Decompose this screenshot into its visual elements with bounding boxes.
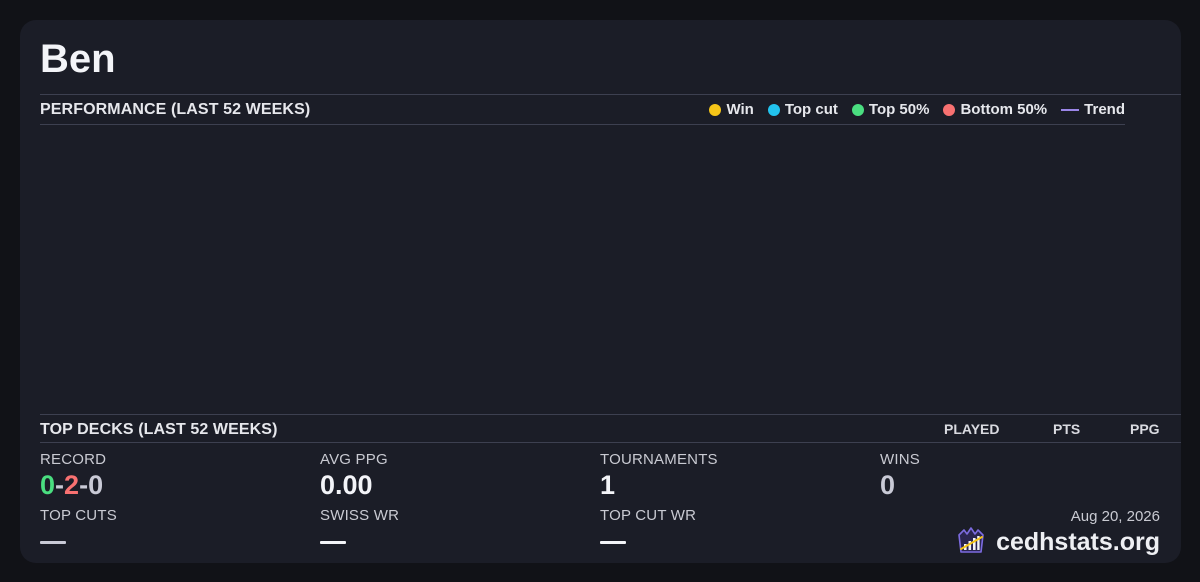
performance-title: PERFORMANCE (LAST 52 WEEKS) xyxy=(40,101,311,118)
top-cut-dot-icon xyxy=(767,103,780,116)
legend-bottom-50-label: Bottom 50% xyxy=(960,101,1048,118)
tournaments-value: 1 xyxy=(600,470,616,500)
trend-line-icon xyxy=(1061,108,1080,111)
snapshot-date: Aug 20, 2026 xyxy=(1070,508,1160,525)
legend-win-label: Win xyxy=(726,101,754,118)
legend-top-50-label: Top 50% xyxy=(868,101,930,118)
legend-trend: Trend xyxy=(1061,101,1125,118)
record-draws: 0 xyxy=(88,470,104,500)
legend-top-50: Top 50% xyxy=(851,101,930,118)
top-cuts-empty-dash xyxy=(40,541,66,544)
chart-legend: Win Top cut Top 50% Bottom 50% Trend xyxy=(709,101,1125,118)
avg-ppg-value: 0.00 xyxy=(320,470,373,500)
top-decks-title: TOP DECKS (LAST 52 WEEKS) xyxy=(40,421,278,438)
swiss-wr-empty-dash xyxy=(320,541,346,544)
legend-top-cut-label: Top cut xyxy=(784,101,838,118)
header-divider xyxy=(40,94,1181,95)
bottom-50-dot-icon xyxy=(943,103,956,116)
legend-win: Win xyxy=(709,101,754,118)
record-sep-2: - xyxy=(79,470,89,500)
col-ppg: PPG xyxy=(1130,421,1160,437)
record-value: 0-2-0 xyxy=(40,470,103,501)
performance-chart-svg xyxy=(40,125,1125,413)
chart-logo-icon xyxy=(956,525,986,560)
brand-link[interactable]: cedhstats.org xyxy=(956,525,1160,560)
wins-value: 0 xyxy=(880,470,896,500)
top-cut-wr-empty-dash xyxy=(600,541,626,544)
record-sep-1: - xyxy=(55,470,65,500)
decks-header-divider xyxy=(40,442,1181,443)
performance-chart xyxy=(40,125,1125,413)
player-card: Ben PERFORMANCE (LAST 52 WEEKS) Win Top … xyxy=(20,20,1181,563)
win-dot-icon xyxy=(709,103,722,116)
col-played: PLAYED xyxy=(944,421,1000,437)
top-cut-wr-label: TOP CUT WR xyxy=(600,507,697,524)
decks-divider xyxy=(40,414,1181,415)
top-cuts-label: TOP CUTS xyxy=(40,507,117,524)
legend-bottom-50: Bottom 50% xyxy=(943,101,1047,118)
tournaments-label: TOURNAMENTS xyxy=(600,451,718,468)
legend-top-cut: Top cut xyxy=(767,101,838,118)
top-50-dot-icon xyxy=(851,103,864,116)
record-losses: 2 xyxy=(64,470,80,500)
record-label: RECORD xyxy=(40,451,107,468)
col-pts: PTS xyxy=(1053,421,1081,437)
player-name: Ben xyxy=(40,37,116,81)
avg-ppg-label: AVG PPG xyxy=(320,451,388,468)
wins-label: WINS xyxy=(880,451,920,468)
brand-name: cedhstats.org xyxy=(996,528,1160,556)
legend-trend-label: Trend xyxy=(1084,101,1125,118)
record-wins: 0 xyxy=(40,470,56,500)
swiss-wr-label: SWISS WR xyxy=(320,507,400,524)
